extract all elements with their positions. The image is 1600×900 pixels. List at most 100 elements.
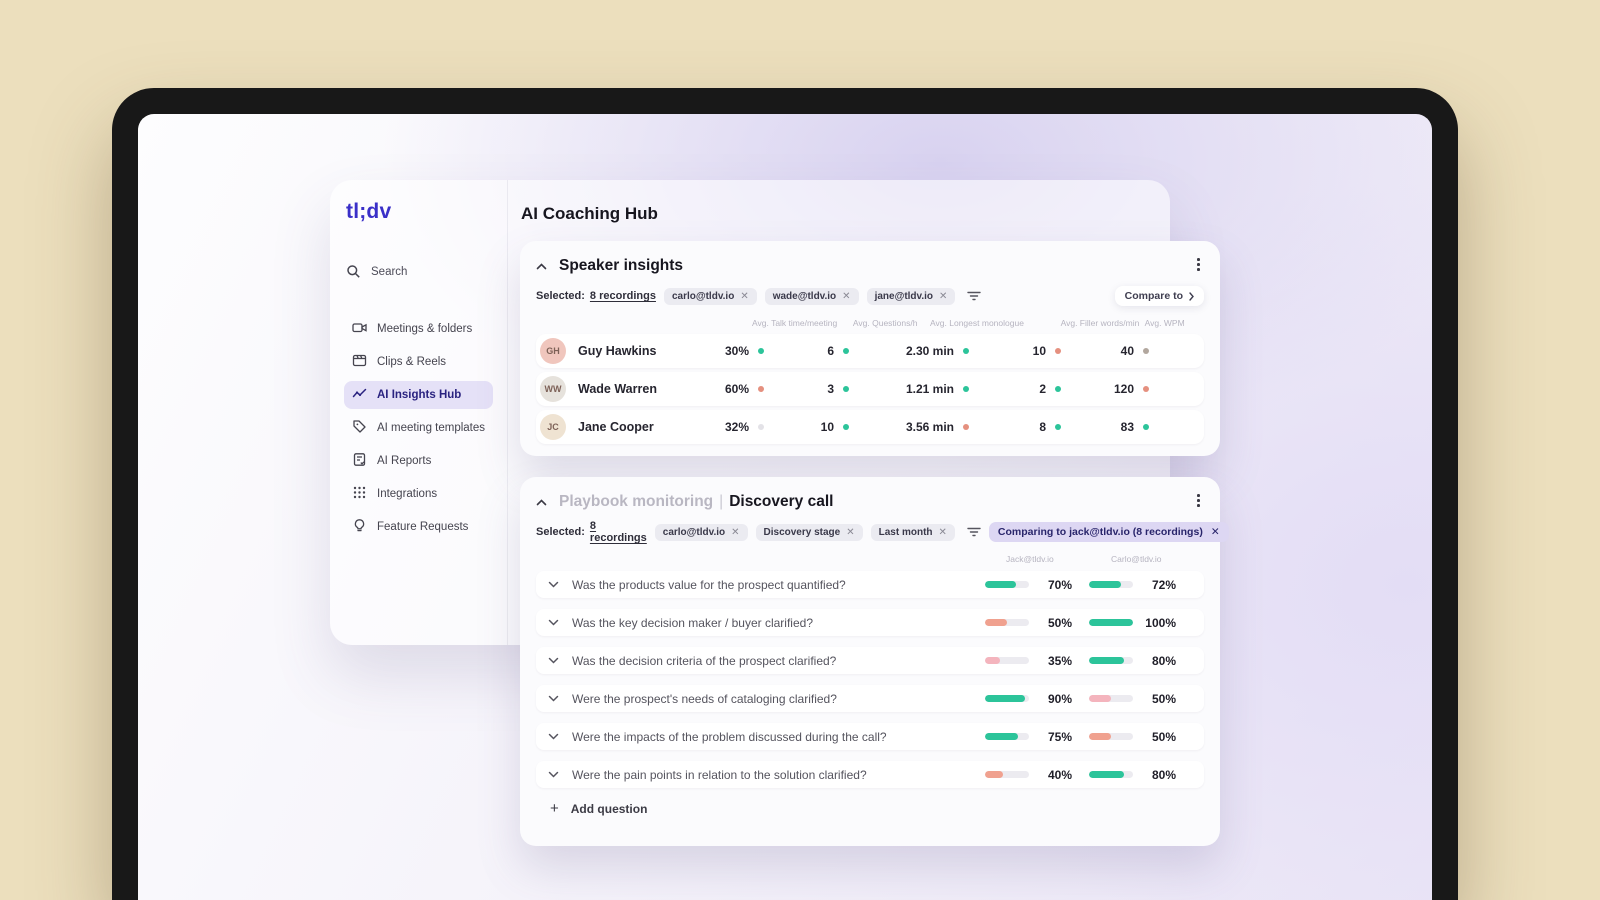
question-row-was-the-decision-criteria-of-the-prospec[interactable]: Was the decision criteria of the prospec… <box>536 647 1204 674</box>
score-bar-carlo: 50% <box>1089 692 1176 706</box>
speaker-name: Jane Cooper <box>578 420 654 434</box>
close-icon[interactable]: ✕ <box>846 527 854 538</box>
column-header-avg-questions-h: Avg. Questions/h <box>852 318 918 328</box>
comparing-to-chip[interactable]: Comparing to jack@tldv.io (8 recordings)… <box>988 522 1229 542</box>
sidebar: tl;dv Search Meetings & folders Clips & R… <box>330 180 508 645</box>
close-icon[interactable]: ✕ <box>939 527 947 538</box>
sidebar-item-label: AI Reports <box>377 455 432 467</box>
progress-fill <box>985 695 1025 702</box>
question-row-were-the-pain-points-in-relation-to-the-[interactable]: Were the pain points in relation to the … <box>536 761 1204 788</box>
metric-value: 1.21 min <box>905 382 954 396</box>
filter-chip-discovery-stage[interactable]: Discovery stage ✕ <box>755 523 863 541</box>
score-bar-jack: 75% <box>985 730 1072 744</box>
chip-label: carlo@tldv.io <box>671 290 735 302</box>
sidebar-item-ai-meeting-templates[interactable]: AI meeting templates <box>344 414 493 442</box>
sidebar-item-ai-insights-hub[interactable]: AI Insights Hub <box>344 381 493 409</box>
chevron-down-icon[interactable] <box>548 733 564 740</box>
compare-to-button[interactable]: Compare to <box>1114 286 1204 306</box>
sidebar-item-meetings-folders[interactable]: Meetings & folders <box>344 315 493 343</box>
speaker-name-cell: GH Guy Hawkins <box>540 338 700 364</box>
playbook-title-muted: Playbook monitoring <box>559 493 714 510</box>
chip-label: wade@tldv.io <box>772 290 837 302</box>
score-bar-jack: 35% <box>985 654 1072 668</box>
collapse-chevron-up-icon[interactable] <box>536 498 547 506</box>
filter-chip-carlo-tldv-io[interactable]: carlo@tldv.io ✕ <box>654 523 748 541</box>
chevron-down-icon[interactable] <box>548 581 564 588</box>
chevron-down-icon[interactable] <box>548 695 564 702</box>
speaker-row-jane-cooper[interactable]: JC Jane Cooper 32% 10 3.56 min 8 83 <box>536 410 1204 444</box>
progress-track <box>1089 733 1133 740</box>
playbook-title-main: Discovery call <box>729 493 834 510</box>
avatar: WW <box>540 376 566 402</box>
score-percentage: 72% <box>1151 577 1176 592</box>
metric-value: 120 <box>1113 382 1134 396</box>
metric-cell: 60% <box>700 382 764 396</box>
metric-cell: 2 <box>969 382 1061 396</box>
speaker-name-cell: JC Jane Cooper <box>540 414 700 440</box>
filter-funnel-icon[interactable] <box>967 291 982 301</box>
speaker-row-guy-hawkins[interactable]: GH Guy Hawkins 30% 6 2.30 min 10 40 <box>536 334 1204 368</box>
playbook-title: Playbook monitoring | Discovery call <box>559 493 833 511</box>
score-percentage: 35% <box>1047 653 1072 668</box>
metric-value: 10 <box>820 420 834 434</box>
score-percentage: 50% <box>1047 615 1072 630</box>
chip-label: Last month <box>878 526 933 538</box>
score-percentage: 100% <box>1145 615 1176 630</box>
page-header: AI Coaching Hub <box>521 204 658 224</box>
progress-track <box>1089 771 1133 778</box>
filter-chip-jane-tldv-io[interactable]: jane@tldv.io ✕ <box>866 287 956 305</box>
add-question-button[interactable]: + Add question <box>536 801 1204 816</box>
sidebar-item-ai-reports[interactable]: AI Reports <box>344 447 493 475</box>
chevron-down-icon[interactable] <box>548 657 564 664</box>
playbook-column-headers: Jack@tldv.io Carlo@tldv.io <box>536 554 1204 564</box>
report-icon <box>352 452 367 470</box>
speaker-row-wade-warren[interactable]: WW Wade Warren 60% 3 1.21 min 2 120 <box>536 372 1204 406</box>
filter-chip-last-month[interactable]: Last month ✕ <box>870 523 955 541</box>
sidebar-item-clips-reels[interactable]: Clips & Reels <box>344 348 493 376</box>
title-separator: | <box>719 493 724 510</box>
sidebar-item-feature-requests[interactable]: Feature Requests <box>344 513 493 541</box>
score-bar-jack: 90% <box>985 692 1072 706</box>
kebab-menu-icon[interactable] <box>1193 492 1204 509</box>
status-dot-red <box>1143 386 1149 392</box>
score-percentage: 75% <box>1047 729 1072 744</box>
compare-to-label: Compare to <box>1124 290 1183 302</box>
sidebar-item-integrations[interactable]: Integrations <box>344 480 493 508</box>
collapse-chevron-up-icon[interactable] <box>536 262 547 270</box>
close-icon[interactable]: ✕ <box>842 291 850 302</box>
close-icon[interactable]: ✕ <box>731 527 739 538</box>
close-icon[interactable]: ✕ <box>740 291 748 302</box>
question-row-were-the-prospect-s-needs-of-cataloging-[interactable]: Were the prospect's needs of cataloging … <box>536 685 1204 712</box>
question-text: Was the decision criteria of the prospec… <box>572 653 837 668</box>
sidebar-item-label: Meetings & folders <box>377 323 473 335</box>
clapperboard-icon <box>352 353 367 371</box>
selected-recordings-link[interactable]: 8 recordings <box>590 520 647 544</box>
filter-chip-carlo-tldv-io[interactable]: carlo@tldv.io ✕ <box>663 287 757 305</box>
kebab-menu-icon[interactable] <box>1193 256 1204 273</box>
selected-recordings-link[interactable]: 8 recordings <box>590 290 656 302</box>
score-percentage: 70% <box>1047 577 1072 592</box>
trend-line-icon <box>352 386 367 404</box>
metric-value: 8 <box>1039 420 1046 434</box>
comparing-to-label: Comparing to jack@tldv.io (8 recordings) <box>997 526 1203 538</box>
speaker-insights-title: Speaker insights <box>559 257 684 274</box>
close-icon[interactable]: ✕ <box>939 291 947 302</box>
progress-track <box>1089 581 1133 588</box>
chevron-down-icon[interactable] <box>548 771 564 778</box>
question-row-was-the-products-value-for-the-prospect-[interactable]: Was the products value for the prospect … <box>536 571 1204 598</box>
metric-value: 2.30 min <box>905 344 954 358</box>
chevron-down-icon[interactable] <box>548 619 564 626</box>
question-row-was-the-key-decision-maker-buyer-clarifi[interactable]: Was the key decision maker / buyer clari… <box>536 609 1204 636</box>
sidebar-search[interactable]: Search <box>346 264 491 279</box>
filter-funnel-icon[interactable] <box>967 527 981 537</box>
question-row-were-the-impacts-of-the-problem-discusse[interactable]: Were the impacts of the problem discusse… <box>536 723 1204 750</box>
metric-cell: 8 <box>969 420 1061 434</box>
progress-fill <box>1089 695 1111 702</box>
app-logo: tl;dv <box>346 200 392 223</box>
column-header-avg-talk-time-meeting: Avg. Talk time/meeting <box>752 318 838 328</box>
laptop-frame: tl;dv Search Meetings & folders Clips & R… <box>112 88 1458 900</box>
column-header-carlo-tldv-io: Carlo@tldv.io <box>1111 554 1162 564</box>
filter-chip-wade-tldv-io[interactable]: wade@tldv.io ✕ <box>764 287 859 305</box>
close-icon[interactable]: ✕ <box>1211 526 1220 538</box>
score-bar-jack: 40% <box>985 768 1072 782</box>
